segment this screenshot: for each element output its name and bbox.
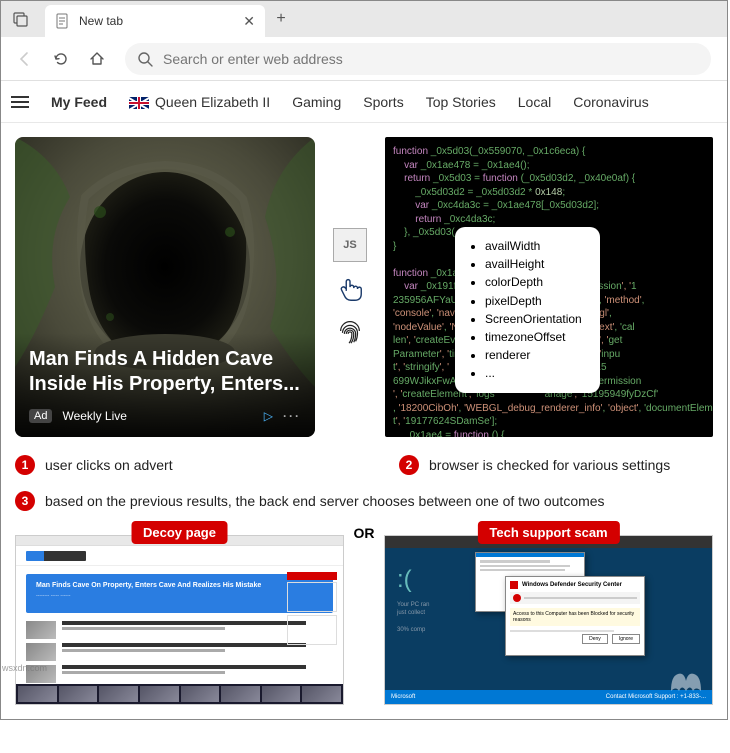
step-2: 2 browser is checked for various setting…: [399, 455, 670, 475]
scam-footer: Microsoft Contact Microsoft Support : +1…: [385, 690, 712, 704]
decoy-outcome: Decoy page Man Finds Cave On Property, E…: [15, 535, 344, 705]
nav-item-queen[interactable]: Queen Elizabeth II: [129, 94, 270, 110]
fingerprint-item: renderer: [485, 346, 582, 364]
browser-chrome: New tab ✕ +: [1, 1, 727, 81]
javascript-icon: JS: [333, 228, 367, 262]
tab-actions-icon: [13, 11, 29, 27]
code-block: function _0x5d03(_0x559070, _0x1c6eca) {…: [385, 137, 713, 437]
step-number-3: 3: [15, 491, 35, 511]
sad-face-icon: :(: [397, 566, 412, 594]
tab-close-button[interactable]: ✕: [243, 13, 255, 30]
pointer-hand-icon: [335, 274, 365, 304]
tab-title: New tab: [79, 14, 235, 28]
home-icon: [88, 50, 106, 68]
fingerprint-item: timezoneOffset: [485, 328, 582, 346]
tab-actions-button[interactable]: [7, 5, 35, 33]
address-bar[interactable]: [125, 43, 711, 75]
fingerprint-item: colorDepth: [485, 273, 582, 291]
my-feed-label[interactable]: My Feed: [51, 94, 107, 110]
feed-navigation: My Feed Queen Elizabeth II Gaming Sports…: [1, 81, 727, 123]
top-row: Man Finds A Hidden Cave Inside His Prope…: [15, 137, 713, 437]
back-button[interactable]: [9, 43, 41, 75]
step-1: 1 user clicks on advert: [15, 455, 375, 475]
tab-strip: New tab ✕ +: [1, 1, 727, 37]
fingerprint-item: ScreenOrientation: [485, 310, 582, 328]
home-button[interactable]: [81, 43, 113, 75]
nav-item-coronavirus[interactable]: Coronavirus: [573, 94, 648, 110]
scam-bsod-text: Your PC ran just collect 30% comp: [397, 601, 429, 635]
decoy-thumbnail: Man Finds Cave On Property, Enters Cave …: [15, 535, 344, 705]
ad-source: Weekly Live: [62, 409, 126, 423]
toolbar: [1, 37, 727, 81]
uk-flag-icon: [129, 97, 149, 109]
search-icon: [137, 51, 153, 67]
menu-button[interactable]: [11, 96, 29, 108]
ad-meta: Ad Weekly Live ▷ ···: [29, 409, 301, 423]
page-content: Man Finds A Hidden Cave Inside His Prope…: [1, 123, 727, 719]
step-number-2: 2: [399, 455, 419, 475]
list-item: [26, 665, 333, 683]
analysis-icons: JS: [329, 137, 371, 437]
steps-explanation: 1 user clicks on advert 2 browser is che…: [15, 455, 713, 511]
step-2-text: browser is checked for various settings: [429, 457, 670, 473]
ad-badge: Ad: [29, 409, 52, 423]
new-tab-button[interactable]: +: [267, 5, 295, 33]
outcomes-row: Decoy page Man Finds Cave On Property, E…: [15, 535, 713, 705]
advert-card[interactable]: Man Finds A Hidden Cave Inside His Prope…: [15, 137, 315, 437]
malwarebytes-logo-icon: [666, 666, 706, 696]
ad-more-button[interactable]: ···: [283, 409, 301, 423]
arrow-left-icon: [16, 50, 34, 68]
fingerprint-item: availHeight: [485, 255, 582, 273]
scam-outcome: Tech support scam :( Your PC ran just co…: [384, 535, 713, 705]
ad-play-button[interactable]: ▷: [264, 409, 273, 423]
fingerprint-item: availWidth: [485, 237, 582, 255]
fingerprint-item: ...: [485, 364, 582, 382]
scam-label: Tech support scam: [477, 521, 619, 544]
step-3-text: based on the previous results, the back …: [45, 493, 605, 509]
scam-thumbnail: :( Your PC ran just collect 30% comp: [384, 535, 713, 705]
ad-overlay: Man Finds A Hidden Cave Inside His Prope…: [15, 333, 315, 437]
scam-warning-text: Access to this Computer has been Blocked…: [510, 608, 640, 626]
nav-item-top-stories[interactable]: Top Stories: [426, 94, 496, 110]
step-number-1: 1: [15, 455, 35, 475]
page-icon: [55, 13, 71, 29]
refresh-button[interactable]: [45, 43, 77, 75]
fingerprint-popup: availWidthavailHeightcolorDepthpixelDept…: [455, 227, 600, 393]
watermark: wsxdn.com: [2, 663, 47, 673]
or-separator: OR: [344, 525, 384, 541]
scam-dialog-front: Windows Defender Security Center Access …: [505, 576, 645, 656]
decoy-site-logo: [26, 551, 86, 561]
fingerprint-item: pixelDepth: [485, 292, 582, 310]
address-input[interactable]: [163, 51, 699, 67]
nav-item-gaming[interactable]: Gaming: [292, 94, 341, 110]
decoy-label: Decoy page: [131, 521, 228, 544]
step-1-text: user clicks on advert: [45, 457, 173, 473]
refresh-icon: [52, 50, 70, 68]
scam-ignore-button: Ignore: [612, 634, 640, 644]
nav-item-local[interactable]: Local: [518, 94, 551, 110]
shield-icon: [510, 581, 518, 589]
fingerprint-icon: [335, 316, 365, 346]
nav-item-sports[interactable]: Sports: [363, 94, 403, 110]
ad-title: Man Finds A Hidden Cave Inside His Prope…: [29, 347, 301, 397]
scam-deny-button: Deny: [582, 634, 608, 644]
browser-tab[interactable]: New tab ✕: [45, 5, 265, 37]
step-3: 3 based on the previous results, the bac…: [15, 491, 605, 511]
